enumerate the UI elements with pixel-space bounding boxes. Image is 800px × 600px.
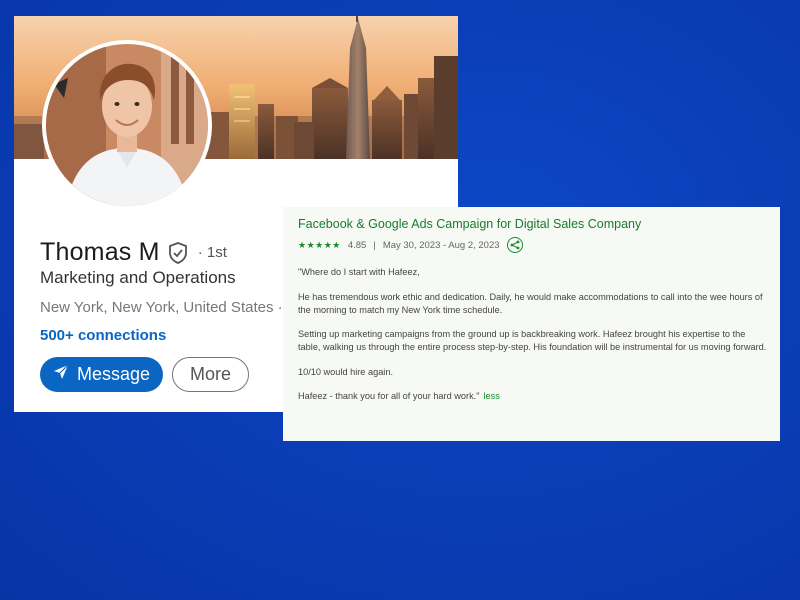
review-paragraph: "Where do I start with Hafeez, (298, 267, 420, 277)
verified-shield-icon[interactable] (168, 241, 190, 265)
review-last-paragraph: Hafeez - thank you for all of your hard … (298, 390, 768, 403)
rating-value: 4.85 (347, 239, 367, 251)
review-paragraph: 10/10 would hire again. (298, 366, 394, 377)
profile-headline: Marketing and Operations (40, 268, 236, 287)
review-body: "Where do I start with Hafeez, He has tr… (298, 266, 768, 415)
review-title[interactable]: Facebook & Google Ads Campaign for Digit… (298, 217, 641, 231)
less-link[interactable]: less (483, 391, 499, 401)
more-button[interactable]: More (172, 357, 249, 392)
connections-link[interactable]: 500+ connections (40, 327, 166, 344)
review-card: Facebook & Google Ads Campaign for Digit… (283, 207, 780, 441)
share-icon[interactable] (506, 237, 523, 253)
profile-location: New York, New York, United States · (40, 299, 283, 316)
name-row: Thomas M · 1st (40, 238, 227, 267)
message-button-label: Message (76, 364, 151, 384)
profile-photo (46, 44, 208, 206)
review-paragraph: He has tremendous work ethic and dedicat… (298, 291, 763, 315)
profile-avatar[interactable] (42, 40, 212, 210)
review-meta: ★★★★★ 4.85 | May 30, 2023 - Aug 2, 2023 (298, 237, 523, 253)
more-button-label: More (189, 364, 231, 384)
profile-name[interactable]: Thomas M (40, 238, 160, 267)
send-icon (53, 364, 69, 385)
rating-stars: ★★★★★ (298, 239, 341, 250)
meta-separator: | (373, 239, 376, 251)
message-button[interactable]: Message (40, 357, 163, 392)
review-paragraph: Setting up marketing campaigns from the … (298, 329, 767, 352)
connection-degree: · 1st (197, 244, 227, 261)
review-paragraph: Hafeez - thank you for all of your hard … (298, 391, 480, 401)
review-dates: May 30, 2023 - Aug 2, 2023 (382, 239, 500, 251)
